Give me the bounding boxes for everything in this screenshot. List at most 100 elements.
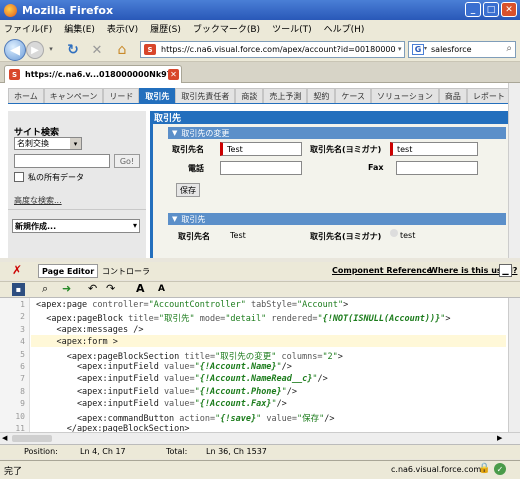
tab-controller[interactable]: コントローラ [102,266,150,277]
code-token: <apex:inputField [36,374,164,385]
account-kana-field[interactable]: test [390,142,478,156]
create-new-select[interactable]: 新規作成... ▾ [12,219,140,233]
close-tab-icon[interactable]: ✕ [168,69,179,80]
undo-icon[interactable]: ↶ [88,282,97,295]
url-dropdown-icon[interactable]: ▾ [398,45,402,53]
menu-file[interactable]: ファイル(F) [4,22,52,35]
status-bar: 完了 c.na6.visual.force.com 🔒 ✓ [0,460,520,479]
menu-bookmarks[interactable]: ブックマーク(B) [193,22,260,35]
search-bar[interactable]: G ▾ salesforce ⌕ [408,41,516,58]
sf-tab-campaigns[interactable]: キャンペーン [43,88,104,103]
sf-tab-products[interactable]: 商品 [438,88,467,103]
code-line[interactable]: <apex:page controller="AccountController… [36,300,348,310]
save-icon[interactable]: ▪ [12,283,25,296]
forward-button[interactable]: ▶ [26,41,44,59]
browser-tab[interactable]: S https://c.na6.v...018000000Nk97a ✕ [4,65,182,83]
inline-edit-icon [390,229,398,237]
sf-tab-contacts[interactable]: 取引先責任者 [175,88,236,103]
code-line[interactable]: <apex:messages /> [36,325,143,335]
font-decrease-icon[interactable]: A [158,284,165,294]
tab-page-editor[interactable]: Page Editor [38,264,99,278]
section-title-detail: 取引先 [181,214,206,224]
url-bar[interactable]: S https://c.na6.visual.force.com/apex/ac… [140,41,405,58]
sf-tab-forecasts[interactable]: 売上予測 [263,88,308,103]
scroll-right-icon[interactable]: ▶ [497,434,502,442]
find-icon[interactable]: ⌕ [42,282,48,296]
firefox-logo-icon [4,3,17,17]
sf-tab-solutions[interactable]: ソリューション [370,88,439,103]
code-line[interactable]: </apex:pageBlockSection> [36,424,190,432]
engine-dropdown-icon[interactable]: ▾ [424,45,427,52]
code-token: <apex:form > [36,337,118,348]
advanced-search-link[interactable]: 高度な検索... [14,195,62,206]
search-scope-select[interactable]: 名刺交換 ▾ [14,137,82,150]
menu-edit[interactable]: 編集(E) [64,22,95,35]
code-token: rendered= [266,314,318,325]
sf-tab-leads[interactable]: リード [103,88,140,103]
page-scrollbar[interactable] [508,83,520,258]
history-dropdown-icon[interactable]: ▾ [46,44,56,54]
search-icon[interactable]: ⌕ [506,43,512,54]
code-token: tabStyle= [245,300,298,310]
sf-tab-opportunities[interactable]: 商談 [235,88,264,103]
scroll-thumb[interactable] [12,435,52,442]
section-header-detail: ▼ 取引先 [168,213,506,225]
stop-button[interactable]: ✕ [88,41,106,59]
lock-icon[interactable]: 🔒 [478,463,490,474]
sf-tab-reports[interactable]: レポート [466,88,511,103]
code-line[interactable]: <apex:form > [36,337,118,348]
save-button[interactable]: 保存 [176,183,200,197]
code-line[interactable]: <apex:pageBlockSection title="取引先の変更" co… [36,350,343,362]
sf-tab-accounts[interactable]: 取引先 [139,88,176,103]
go-button[interactable]: Go! [114,154,140,168]
code-line[interactable]: <apex:inputField value="{!Account.NameRe… [36,374,328,384]
code-editor[interactable]: 123456789101112 <apex:page controller="A… [0,297,520,432]
collapse-triangle-icon[interactable]: ▼ [172,215,177,223]
code-line[interactable]: <apex:commandButton action="{!save}" val… [36,412,335,424]
scroll-left-icon[interactable]: ◀ [2,434,7,442]
editor-vertical-scrollbar[interactable] [508,298,520,432]
code-line[interactable]: <apex:inputField value="{!Account.Name}"… [36,362,292,372]
sf-tab-cases[interactable]: ケース [335,88,371,103]
sf-tab-contracts[interactable]: 契約 [307,88,336,103]
maximize-button[interactable]: □ [483,2,499,17]
code-line[interactable]: <apex:inputField value="{!Account.Phone}… [36,387,297,397]
collapse-triangle-icon[interactable]: ▼ [172,129,177,137]
menu-history[interactable]: 履歴(S) [150,22,181,35]
reload-button[interactable]: ↻ [64,41,82,59]
code-line[interactable]: <apex:inputField value="{!Account.Fax}"/… [36,399,287,409]
menu-help[interactable]: ヘルプ(H) [324,22,365,35]
component-reference-link[interactable]: Component Reference [332,266,432,275]
code-token: {!Account.NameRead__c} [199,374,313,385]
font-increase-icon[interactable]: A [136,282,145,295]
my-data-checkbox[interactable] [14,172,24,182]
account-name-field[interactable]: Test [220,142,302,156]
close-window-button[interactable]: ✕ [501,2,517,17]
phone-field[interactable] [220,161,302,175]
code-token: {!NOT(ISNULL(Account))} [322,314,441,325]
google-engine-icon[interactable]: G [412,44,424,55]
menu-view[interactable]: 表示(V) [107,22,138,35]
back-button[interactable]: ◀ [4,39,26,61]
position-value: Ln 4, Ch 17 [80,447,126,456]
redo-icon[interactable]: ↷ [106,282,115,295]
home-button[interactable]: ⌂ [112,40,132,60]
status-check-icon[interactable]: ✓ [494,463,506,475]
code-line[interactable]: <apex:pageBlock title="取引先" mode="detail… [36,312,450,325]
menu-tools[interactable]: ツール(T) [272,22,312,35]
editor-position-bar: Position: Ln 4, Ch 17 Total: Ln 36, Ch 1… [0,444,520,459]
close-dev-pane-icon[interactable]: ✗ [12,263,22,277]
minimize-pane-icon[interactable]: ▁ [499,264,512,277]
account-kana-value: test [397,144,413,154]
search-text: salesforce [431,45,472,54]
code-token: value= [163,399,195,410]
status-host: c.na6.visual.force.com [391,465,482,474]
goto-line-icon[interactable]: ➜ [62,282,71,295]
salesforce-tab-bar: ホーム キャンペーン リード 取引先 取引先責任者 商談 売上予測 契約 ケース… [8,88,513,104]
sf-tab-home[interactable]: ホーム [8,88,44,103]
code-token: {!Account.Name} [199,362,277,372]
fax-field[interactable] [396,161,478,175]
search-input[interactable] [14,154,110,168]
minimize-button[interactable]: _ [465,2,481,17]
editor-horizontal-scrollbar[interactable]: ◀ ▶ [0,432,520,444]
